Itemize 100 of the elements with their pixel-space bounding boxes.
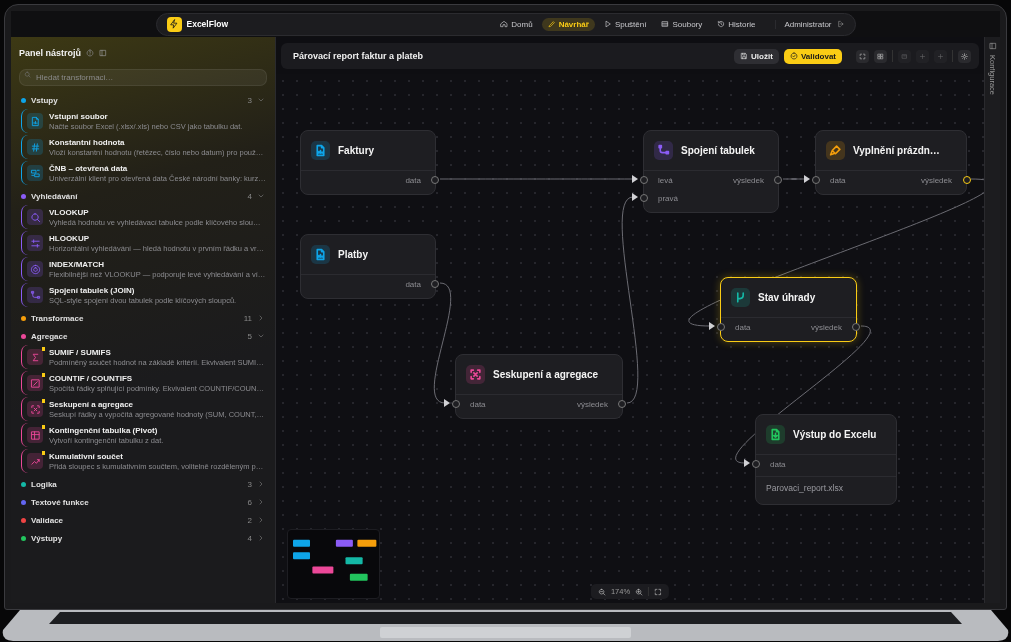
nav-tab[interactable]: Návrhář xyxy=(541,17,595,31)
history-icon xyxy=(717,20,726,28)
category-title[interactable]: Agregace xyxy=(31,331,68,341)
settings-button[interactable] xyxy=(958,49,971,63)
box-icon xyxy=(901,52,908,60)
fit-view-button[interactable] xyxy=(856,49,869,63)
help-icon xyxy=(86,49,94,57)
nav-tab[interactable]: Spuštění xyxy=(597,17,653,31)
node-title: Platby xyxy=(338,249,368,260)
port-label: data xyxy=(405,279,421,289)
port-handle[interactable] xyxy=(431,176,439,184)
category-count: 5 xyxy=(247,331,252,341)
play-icon xyxy=(603,20,612,28)
tool-title: Vstupní soubor xyxy=(49,111,109,121)
search-icon xyxy=(24,71,31,78)
port-handle[interactable] xyxy=(452,400,460,408)
port-label: výsledek xyxy=(810,322,842,332)
port-label: data xyxy=(770,459,786,469)
tool-title: HLOOKUP xyxy=(49,233,90,243)
category-title[interactable]: Textové funkce xyxy=(31,497,89,507)
workflow-node[interactable]: Spojení tabulek levá výsledek pravá xyxy=(643,130,779,213)
zoom-in-icon xyxy=(635,587,644,596)
node-title: Spojení tabulek xyxy=(681,145,755,156)
workflow-node[interactable]: Seskupení a agregace data výsledek xyxy=(455,354,623,419)
tool-title: Kontingenční tabulka (Pivot) xyxy=(49,425,159,435)
port-label: data xyxy=(830,175,846,185)
node-title: Stav úhrady xyxy=(758,292,816,303)
panel-icon xyxy=(99,49,107,57)
port-label: data xyxy=(735,322,751,332)
save-button[interactable]: Uložit xyxy=(734,48,779,64)
category-count: 6 xyxy=(247,497,252,507)
nav-tab[interactable]: Historie xyxy=(711,17,762,31)
add-button[interactable] xyxy=(934,49,947,63)
plus-icon xyxy=(937,52,944,60)
workflow-title: Párovací report faktur a plateb xyxy=(293,51,424,61)
home-icon xyxy=(500,20,509,28)
grid-icon xyxy=(877,52,884,60)
port-label: výsledek xyxy=(732,175,764,185)
port-handle[interactable] xyxy=(640,176,648,184)
category-title[interactable]: Vstupy xyxy=(31,95,58,105)
workflow-node[interactable]: Výstup do Excelu data Parovaci_report.xlsx xyxy=(755,414,897,505)
logout-icon xyxy=(836,20,845,28)
category-count: 3 xyxy=(247,95,252,105)
port-handle[interactable] xyxy=(774,176,782,184)
tool-title: Seskupení a agregace xyxy=(49,399,135,409)
category-count: 4 xyxy=(247,191,252,201)
category-count: 3 xyxy=(247,479,252,489)
port-label: výsledek xyxy=(576,399,608,409)
nav-tab[interactable]: Domů xyxy=(494,17,539,31)
port-label: výsledek xyxy=(920,175,952,185)
grid-button[interactable] xyxy=(874,49,887,63)
node-title: Faktury xyxy=(338,145,375,156)
port-label: data xyxy=(405,175,421,185)
nav-tab[interactable]: Soubory xyxy=(655,17,709,31)
category-title[interactable]: Vyhledávání xyxy=(31,191,78,201)
app-name: ExcelFlow xyxy=(186,19,229,29)
panel-icon xyxy=(988,42,997,50)
tool-title: Spojení tabulek (JOIN) xyxy=(49,285,136,295)
port-handle[interactable] xyxy=(717,323,725,331)
tool-title: Kumulativní součet xyxy=(49,451,124,461)
save-icon xyxy=(740,52,749,60)
category-title[interactable]: Transformace xyxy=(31,313,84,323)
port-handle[interactable] xyxy=(431,280,439,288)
user-name[interactable]: Administrator xyxy=(784,19,832,29)
tool-title: ČNB – otevřená data xyxy=(49,163,129,173)
workflow-node[interactable]: Platby data xyxy=(300,234,436,299)
zoom-out-icon xyxy=(597,587,606,596)
port-handle[interactable] xyxy=(752,460,760,468)
category-title[interactable]: Validace xyxy=(31,515,64,525)
gear-icon xyxy=(961,52,968,60)
tool-title: SUMIF / SUMIFS xyxy=(49,347,112,357)
tool-title: COUNTIF / COUNTIFS xyxy=(49,373,134,383)
workflow-node[interactable]: Stav úhrady data výsledek xyxy=(720,277,857,342)
port-label: levá xyxy=(658,175,673,185)
port-label: data xyxy=(470,399,486,409)
tool-title: INDEX/MATCH xyxy=(49,259,105,269)
category-title[interactable]: Logika xyxy=(31,479,57,489)
fullscreen-icon xyxy=(654,587,663,596)
port-handle[interactable] xyxy=(618,400,626,408)
tool-title: VLOOKUP xyxy=(49,207,90,217)
logo-icon xyxy=(166,16,182,32)
files-icon xyxy=(661,20,670,28)
file-name: Parovaci_report.xlsx xyxy=(756,476,896,499)
node-title: Vyplnění prázdn… xyxy=(853,145,940,156)
node-title: Výstup do Excelu xyxy=(793,429,877,440)
plus-icon xyxy=(919,52,926,60)
category-count: 4 xyxy=(247,533,252,543)
panel-title: Panel nástrojů xyxy=(19,48,81,58)
category-count: 2 xyxy=(247,515,252,525)
port-handle[interactable] xyxy=(640,194,648,202)
category-count: 11 xyxy=(243,313,252,323)
port-handle[interactable] xyxy=(852,323,860,331)
add-button[interactable] xyxy=(916,49,929,63)
pen-icon xyxy=(547,20,556,28)
workflow-node[interactable]: Faktury data xyxy=(300,130,436,195)
tool-title: Konstantní hodnota xyxy=(49,137,126,147)
expand-icon xyxy=(859,52,866,60)
category-title[interactable]: Výstupy xyxy=(31,533,63,543)
port-handle[interactable] xyxy=(812,176,820,184)
validate-button[interactable]: Validovat xyxy=(783,48,842,64)
